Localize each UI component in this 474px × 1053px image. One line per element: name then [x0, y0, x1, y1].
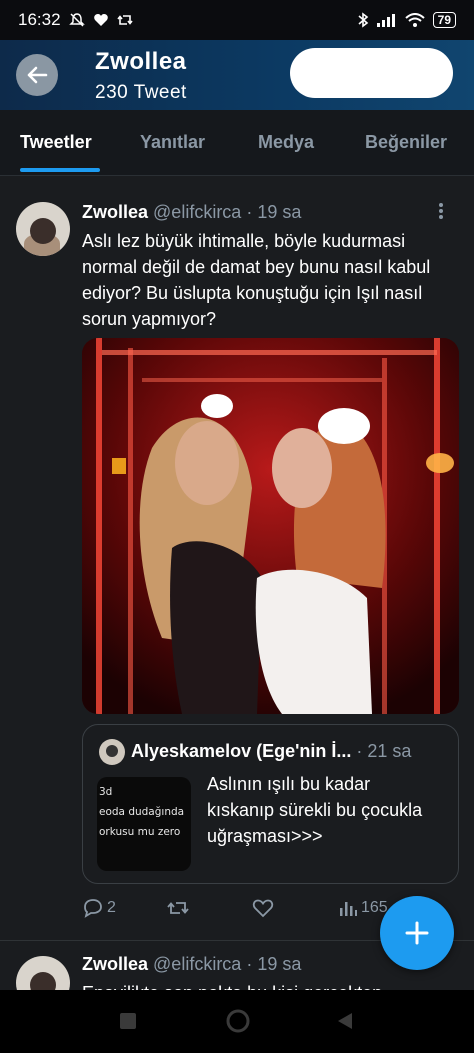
quoted-thumbnail: 3d eoda dudağında orkusu mu zero: [97, 777, 191, 871]
tweet-author-name[interactable]: Zwollea: [82, 954, 148, 974]
heart-icon: [93, 14, 108, 26]
back-button[interactable]: [16, 54, 58, 96]
active-tab-indicator: [20, 168, 100, 172]
more-options-icon[interactable]: [438, 202, 444, 224]
tweet-text: Enayilikte son nokta bu kişi gerçekten: [82, 980, 460, 990]
battery-icon: 79: [432, 12, 456, 28]
tweet-text: Aslı lez büyük ihtimalle, böyle kudurmas…: [82, 231, 431, 329]
mute-icon: [68, 13, 85, 27]
avatar[interactable]: [16, 956, 70, 990]
tab-tweets[interactable]: Tweetler: [20, 132, 92, 153]
like-button[interactable]: [252, 898, 277, 918]
retweet-icon: [116, 15, 133, 25]
retweet-button[interactable]: [166, 898, 193, 918]
bluetooth-icon: [358, 12, 368, 28]
profile-header: Zwollea 230 Tweet: [0, 40, 474, 110]
compose-tweet-button[interactable]: [380, 896, 454, 970]
wifi-icon: [404, 13, 425, 27]
tweet[interactable]: Zwollea @elifckirca · 19 sa Aslı lez büy…: [0, 176, 474, 940]
reply-button[interactable]: 2: [82, 898, 116, 918]
tweet-handle: @elifckirca: [153, 202, 242, 222]
tab-media[interactable]: Medya: [258, 132, 314, 153]
reply-count: 2: [107, 899, 116, 916]
avatar[interactable]: [16, 202, 70, 256]
tweet-time: · 19 sa: [246, 954, 302, 974]
thumb-line: orkusu mu zero: [99, 826, 181, 838]
tab-likes[interactable]: Beğeniler: [365, 132, 447, 153]
profile-tabs: Tweetler Yanıtlar Medya Beğeniler: [0, 110, 474, 176]
tweet-handle: @elifckirca: [153, 954, 242, 974]
retweet-icon: [167, 902, 189, 914]
tweet-count: 230 Tweet: [95, 82, 187, 103]
recent-apps-icon[interactable]: [119, 1012, 137, 1030]
home-icon[interactable]: [226, 1009, 250, 1033]
views-button[interactable]: 165: [338, 898, 388, 918]
profile-name: Zwollea: [95, 48, 187, 75]
tweet-image[interactable]: [82, 338, 459, 714]
quoted-tweet-header: Alyeskamelov (Ege'nin İ... · 21 sa: [131, 741, 411, 762]
status-bar: 16:32 79: [0, 0, 474, 40]
quoted-tweet[interactable]: Alyeskamelov (Ege'nin İ... · 21 sa 3d eo…: [82, 724, 459, 884]
system-nav-bar: [0, 990, 474, 1053]
quoted-avatar: [99, 739, 125, 765]
follow-button[interactable]: [290, 48, 453, 98]
tweet-time: · 19 sa: [246, 202, 302, 222]
status-time: 16:32: [18, 10, 61, 29]
tweet-author-name[interactable]: Zwollea: [82, 202, 148, 222]
signal-icon: [376, 14, 395, 27]
back-nav-icon[interactable]: [337, 1012, 353, 1030]
tweet-header: Zwollea @elifckirca · 19 sa: [82, 202, 301, 223]
heart-outline-icon: [252, 899, 274, 918]
thumb-line: 3d: [99, 786, 113, 798]
reply-icon: [84, 899, 102, 918]
tab-replies[interactable]: Yanıtlar: [140, 132, 205, 153]
analytics-icon: [340, 902, 357, 916]
thumb-line: eoda dudağında: [99, 806, 185, 818]
plus-icon: [405, 921, 429, 945]
tweet-feed[interactable]: Zwollea @elifckirca · 19 sa Aslı lez büy…: [0, 176, 474, 990]
quoted-author-name: Alyeskamelov (Ege'nin İ...: [131, 741, 352, 761]
tweet-header: Zwollea @elifckirca · 19 sa: [82, 954, 301, 975]
arrow-left-icon: [27, 66, 48, 84]
quoted-text: Aslının ışılı bu kadar kıskanıp sürekli …: [207, 774, 423, 846]
quoted-time: · 21 sa: [356, 741, 412, 761]
